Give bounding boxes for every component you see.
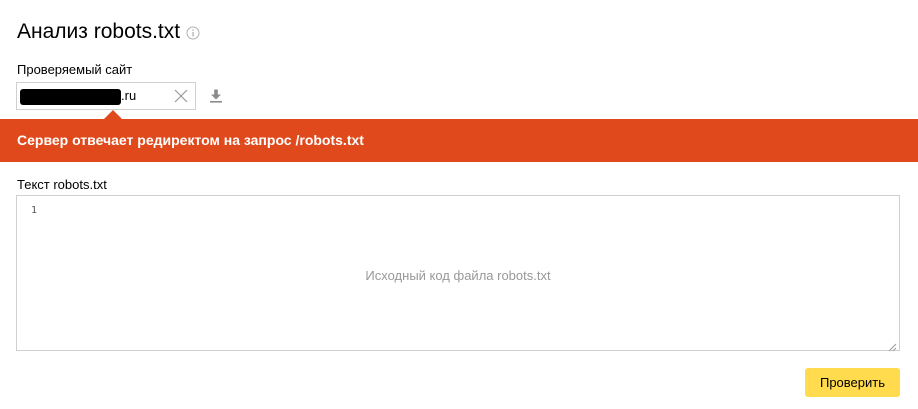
error-message: Сервер отвечает редиректом на запрос /ro… — [17, 132, 364, 148]
error-banner-pointer — [104, 110, 122, 119]
site-input[interactable]: .ru — [16, 82, 196, 110]
site-input-value: .ru — [121, 88, 137, 103]
check-button[interactable]: Проверить — [805, 368, 900, 397]
editor-placeholder: Исходный код файла robots.txt — [365, 268, 551, 283]
title-row: Анализ robots.txt — [17, 19, 200, 45]
info-icon[interactable] — [186, 26, 200, 40]
close-icon[interactable] — [174, 89, 188, 103]
robots-analysis-page: Анализ robots.txt Проверяемый сайт .ru С… — [0, 0, 918, 409]
redacted-domain — [20, 89, 121, 105]
site-field-label: Проверяемый сайт — [17, 62, 133, 77]
line-number: 1 — [31, 205, 38, 216]
error-banner: Сервер отвечает редиректом на запрос /ro… — [0, 110, 918, 162]
resize-handle-icon[interactable] — [888, 339, 897, 352]
page-title: Анализ robots.txt — [17, 20, 181, 43]
robots-text-editor[interactable]: 1 Исходный код файла robots.txt — [16, 195, 900, 352]
download-icon[interactable] — [209, 89, 223, 103]
robots-text-label: Текст robots.txt — [17, 177, 107, 192]
